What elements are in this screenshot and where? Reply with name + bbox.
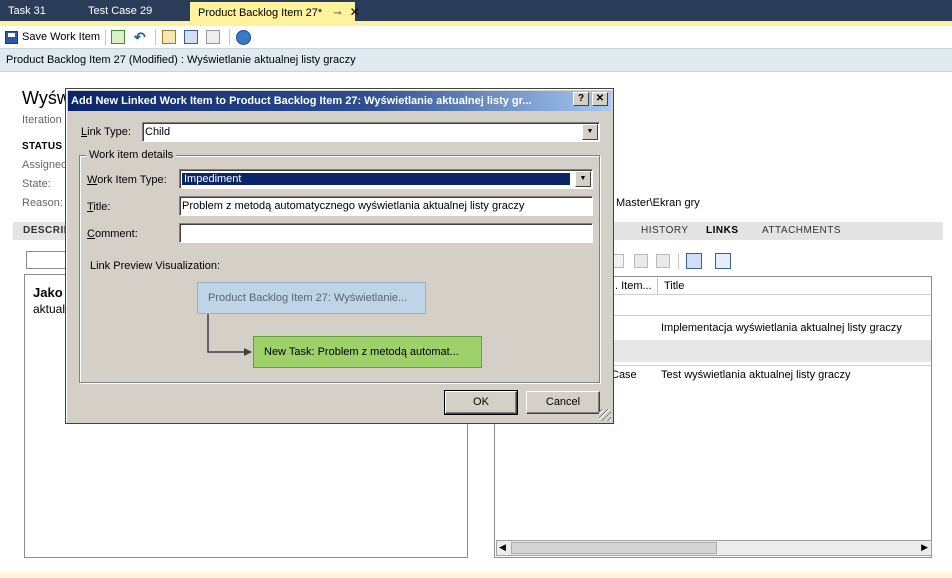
link-title-cell: Test wyświetlania aktualnej listy graczy — [661, 369, 851, 381]
link-title-cell: Implementacja wyświetlania aktualnej lis… — [661, 322, 902, 334]
area-path-value: Master\Ekran gry — [616, 197, 700, 209]
work-item-type-value: Impediment — [182, 173, 570, 185]
copy-icon — [184, 30, 198, 44]
work-item-details-caption: Work item details — [86, 149, 177, 161]
export-button[interactable] — [206, 28, 220, 46]
info-bar-text: Product Backlog Item 27 (Modified) : Wyś… — [6, 54, 356, 66]
work-item-info-bar: Product Backlog Item 27 (Modified) : Wyś… — [0, 48, 952, 72]
save-icon — [5, 30, 18, 44]
table-row[interactable]: Case Test wyświetlania aktualnej listy g… — [611, 365, 931, 383]
tab-label: Test Case 29 — [88, 5, 153, 17]
new-linked-item-button[interactable] — [162, 28, 176, 46]
chevron-down-icon[interactable]: ▼ — [575, 171, 591, 187]
dialog-title-bar: Add New Linked Work Item to Product Back… — [68, 91, 611, 111]
undo-icon: ↶ — [134, 28, 146, 45]
tab-product-backlog-item-27[interactable]: Product Backlog Item 27* ⊸ ✕ — [190, 2, 360, 21]
links-grid-header: . Item... Title — [611, 277, 931, 295]
chevron-down-icon[interactable]: ▼ — [582, 124, 598, 140]
scroll-right-icon[interactable]: ▶ — [921, 542, 928, 553]
work-item-toolbar: Save Work Item ↶ — [0, 26, 952, 48]
help-globe-icon — [236, 29, 251, 45]
help-button[interactable] — [236, 28, 251, 46]
tab-label: Product Backlog Item 27* — [198, 7, 323, 19]
open-link-icon[interactable] — [634, 254, 648, 268]
dialog-help-button[interactable]: ? — [573, 92, 589, 106]
refresh-button[interactable] — [111, 28, 125, 46]
add-linked-work-item-dialog: Add New Linked Work Item to Product Back… — [65, 88, 614, 424]
links-group-row[interactable] — [611, 296, 931, 316]
work-item-title: Wyśw — [22, 88, 70, 108]
link-type-select[interactable]: Child ▼ — [142, 122, 600, 142]
resize-grip-icon[interactable] — [599, 409, 611, 421]
preview-connector — [207, 314, 252, 356]
cancel-button[interactable]: Cancel — [526, 391, 600, 414]
table-row[interactable]: Implementacja wyświetlania aktualnej lis… — [611, 319, 931, 337]
status-heading: STATUS — [22, 141, 63, 152]
toolbar-separator — [229, 29, 230, 45]
tab-history[interactable]: HISTORY — [641, 225, 689, 236]
open-in-query-icon[interactable] — [686, 253, 702, 269]
preview-child-node: New Task: Problem z metodą automat... — [253, 336, 482, 368]
state-label: State: — [22, 178, 51, 190]
refresh-icon — [111, 30, 125, 44]
new-linked-item-icon — [162, 30, 176, 44]
column-header-title[interactable]: Title — [664, 280, 684, 292]
dialog-close-button[interactable]: ✕ — [592, 92, 608, 106]
links-horizontal-scrollbar[interactable]: ◀ ▶ — [496, 540, 932, 556]
column-divider — [657, 278, 658, 294]
status-strip — [0, 572, 952, 578]
comment-label: Comment: — [87, 228, 138, 240]
dialog-title: Add New Linked Work Item to Product Back… — [71, 95, 532, 107]
assigned-label: Assigned — [22, 159, 68, 171]
iteration-label: Iteration — [22, 114, 62, 126]
link-preview-label: Link Preview Visualization: — [90, 260, 221, 272]
link-type-label: Link Type: — [81, 126, 131, 138]
ok-button[interactable]: OK — [444, 390, 518, 415]
save-label: Save Work Item — [22, 31, 101, 43]
delete-link-icon[interactable] — [656, 254, 670, 268]
save-work-item-button[interactable]: Save Work Item — [5, 28, 100, 46]
pin-icon[interactable]: ⊸ — [333, 8, 341, 19]
tab-links[interactable]: LINKS — [706, 225, 739, 236]
reason-label: Reason: — [22, 197, 63, 209]
undo-button[interactable]: ↶ — [134, 28, 146, 46]
toolbar-separator — [105, 29, 106, 45]
tab-label: Task 31 — [8, 5, 46, 17]
tab-task-31[interactable]: Task 31 — [0, 2, 54, 21]
export-icon — [206, 30, 220, 44]
column-header-item[interactable]: . Item... — [615, 280, 652, 292]
title-label: Title: — [87, 201, 111, 213]
toolbar-separator — [155, 29, 156, 45]
scrollbar-thumb[interactable] — [511, 542, 717, 554]
preview-parent-node: Product Backlog Item 27: Wyświetlanie... — [197, 282, 426, 314]
document-tab-strip: Task 31 Test Case 29 Product Backlog Ite… — [0, 0, 952, 21]
link-type-value: Child — [145, 126, 171, 138]
tab-attachments[interactable]: ATTACHMENTS — [762, 225, 841, 236]
work-item-type-label: Work Item Type: — [87, 174, 167, 186]
links-toolbar-separator — [678, 253, 679, 269]
close-icon[interactable]: ✕ — [350, 5, 360, 19]
work-item-type-select[interactable]: Impediment ▼ — [179, 169, 593, 189]
column-options-icon[interactable] — [715, 253, 731, 269]
scroll-left-icon[interactable]: ◀ — [499, 542, 506, 553]
links-group-row[interactable] — [611, 340, 931, 362]
copy-item-button[interactable] — [184, 28, 198, 46]
comment-input[interactable] — [179, 223, 593, 243]
tab-description[interactable]: DESCRIP — [23, 225, 71, 236]
tab-test-case-29[interactable]: Test Case 29 — [80, 2, 160, 21]
title-input[interactable]: Problem z metodą automatycznego wyświetl… — [179, 196, 593, 216]
link-type-cell: Case — [611, 369, 637, 381]
